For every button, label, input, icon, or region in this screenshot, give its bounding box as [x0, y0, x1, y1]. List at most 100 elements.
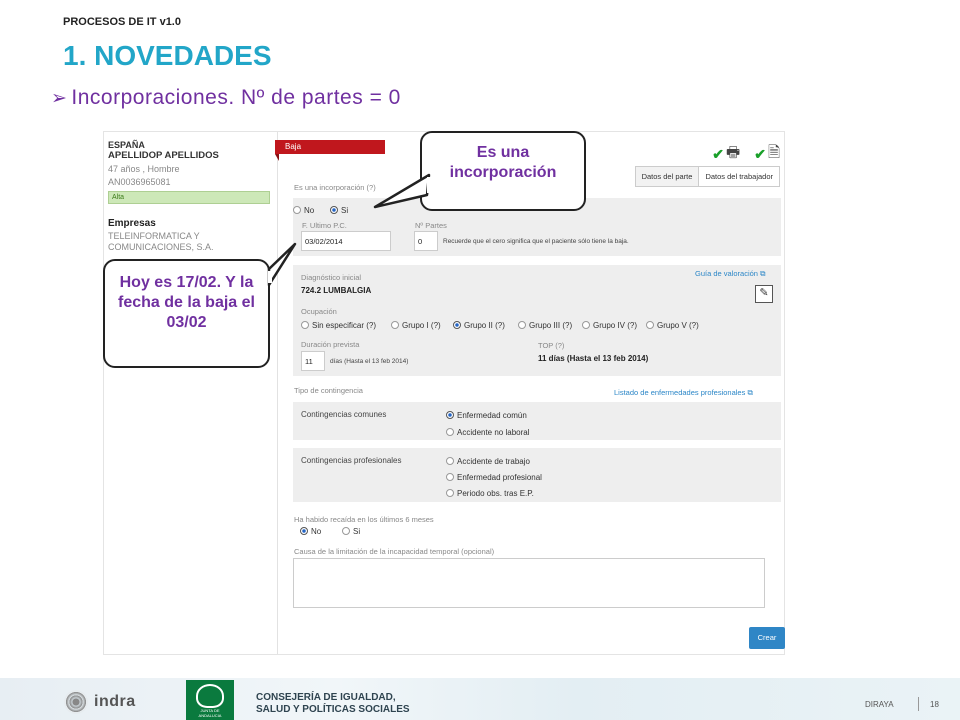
radio-icon: [342, 527, 350, 535]
toolbar-icons: ✔ 🖶 ✔ 🗎: [712, 142, 780, 167]
parts-note: Recuerde que el cero significa que el pa…: [443, 238, 629, 245]
incorporation-callout: Es una incorporación: [373, 131, 586, 211]
radio-icon: [293, 206, 301, 214]
arrow-bullet-icon: ➢: [51, 88, 68, 109]
professional-contingency-label: Contingencias profesionales: [301, 456, 402, 465]
junta-emblem-icon: [196, 684, 224, 708]
consejeria-label: CONSEJERÍA DE IGUALDAD, SALUD Y POLÍTICA…: [256, 692, 410, 716]
radio-icon: [646, 321, 654, 329]
consejeria-line2: SALUD Y POLÍTICAS SOCIALES: [256, 704, 410, 715]
duration-label: Duración prevista: [301, 340, 360, 349]
bullet-line: ➢ Incorporaciones. Nº de partes = 0: [51, 86, 401, 110]
callout-pointer: [373, 173, 431, 209]
common-option[interactable]: Enfermedad común: [446, 411, 527, 420]
external-link-icon: ⧉: [747, 388, 753, 397]
edit-diagnosis-button[interactable]: ✎: [755, 285, 773, 303]
radio-icon: [446, 473, 454, 481]
companies-label: Empresas: [108, 218, 156, 229]
radio-icon: [391, 321, 399, 329]
diseases-link[interactable]: Listado de enfermedades profesionales ⧉: [614, 388, 753, 398]
section-title: 1. NOVEDADES: [63, 40, 272, 71]
relapse-no[interactable]: No: [300, 527, 321, 536]
patient-name: APELLIDOP APELLIDOS: [108, 150, 219, 161]
incorporation-si[interactable]: Si: [330, 206, 348, 215]
top-value: 11 días (Hasta el 13 feb 2014): [538, 354, 649, 363]
external-link-icon: ⧉: [760, 269, 766, 278]
patient-age-sex: 47 años , Hombre: [108, 164, 180, 174]
tab-baja[interactable]: Baja: [275, 140, 385, 161]
footer-divider: [918, 697, 919, 711]
radio-icon: [301, 321, 309, 329]
occupation-option[interactable]: Grupo V (?): [646, 321, 699, 330]
common-contingency-label: Contingencias comunes: [301, 410, 387, 419]
patient-country: ESPAÑA: [108, 140, 145, 150]
junta-logo: JUNTA DE ANDALUCIA: [186, 680, 234, 720]
parts-label: Nº Partes: [415, 221, 447, 230]
top-label: TOP (?): [538, 341, 565, 350]
radio-icon: [582, 321, 590, 329]
cause-textarea[interactable]: [293, 558, 765, 608]
patient-sidebar: ESPAÑA APELLIDOP APELLIDOS 47 años , Hom…: [104, 132, 278, 654]
indra-wordmark: indra: [94, 693, 136, 710]
check-icon: ✔: [712, 146, 725, 162]
tab-datos-parte[interactable]: Datos del parte: [634, 166, 700, 187]
print-button[interactable]: ✔ 🖶: [712, 142, 740, 167]
radio-icon: [446, 428, 454, 436]
guide-link[interactable]: Guía de valoración ⧉: [695, 269, 765, 279]
occupation-option[interactable]: Grupo I (?): [391, 321, 441, 330]
footer-bar: indra: [0, 678, 960, 720]
radio-selected-icon: [330, 206, 338, 214]
view-tabs: Datos del parte Datos del trabajador: [634, 166, 780, 187]
common-option[interactable]: Accidente no laboral: [446, 428, 530, 437]
bullet-text: Incorporaciones. Nº de partes = 0: [71, 86, 401, 109]
indra-dots-icon: [64, 690, 88, 714]
duration-input[interactable]: 11: [301, 351, 325, 371]
diagnosis-value: 724.2 LUMBALGIA: [301, 286, 372, 295]
tab-datos-trabajador[interactable]: Datos del trabajador: [699, 166, 780, 187]
radio-selected-icon: [453, 321, 461, 329]
callout-pointer: [267, 242, 297, 287]
relapse-si[interactable]: Si: [342, 527, 360, 536]
common-contingency-panel: Contingencias comunes Enfermedad común A…: [293, 402, 781, 440]
last-pc-input[interactable]: 03/02/2014: [301, 231, 391, 251]
create-button[interactable]: Crear: [749, 627, 785, 649]
date-callout: Hoy es 17/02. Y la fecha de la baja el 0…: [103, 242, 297, 368]
occupation-label: Ocupación: [301, 307, 337, 316]
document-icon: 🗎: [767, 144, 780, 161]
contingency-label: Tipo de contingencia: [294, 386, 363, 395]
companies-value: TELEINFORMATICA Y COMUNICACIONES, S.A.: [108, 231, 214, 252]
patient-id: AN0036965081: [108, 177, 171, 187]
indra-logo: indra: [64, 690, 136, 714]
radio-selected-icon: [300, 527, 308, 535]
check-icon: ✔: [754, 146, 766, 162]
parts-input[interactable]: 0: [414, 231, 438, 251]
occupation-option[interactable]: Grupo II (?): [453, 321, 505, 330]
incorporation-label: Es una incorporación (?): [294, 183, 376, 192]
professional-option[interactable]: Periodo obs. tras E.P.: [446, 489, 534, 498]
occupation-option[interactable]: Grupo III (?): [518, 321, 572, 330]
relapse-label: Ha habido recaída en los últimos 6 meses: [294, 515, 434, 524]
duration-note: días (Hasta el 13 feb 2014): [330, 358, 409, 365]
page-number: 18: [930, 700, 939, 709]
radio-selected-icon: [446, 411, 454, 419]
consejeria-line1: CONSEJERÍA DE IGUALDAD,: [256, 692, 396, 703]
document-title: PROCESOS DE IT v1.0: [63, 16, 181, 28]
edit-icon: ✎: [759, 287, 769, 299]
radio-icon: [446, 489, 454, 497]
occupation-option[interactable]: Grupo IV (?): [582, 321, 637, 330]
radio-icon: [446, 457, 454, 465]
date-callout-text: Hoy es 17/02. Y la fecha de la baja el 0…: [118, 274, 255, 331]
status-badge: Alta: [108, 191, 270, 204]
professional-option[interactable]: Accidente de trabajo: [446, 457, 530, 466]
diagnosis-label: Diagnóstico inicial: [301, 273, 362, 282]
junta-wordmark: JUNTA DE ANDALUCIA: [198, 708, 222, 718]
last-pc-label: F. Ultimo P.C.: [302, 221, 347, 230]
radio-icon: [518, 321, 526, 329]
incorporation-no[interactable]: No: [293, 206, 314, 215]
occupation-option[interactable]: Sin especificar (?): [301, 321, 376, 330]
sign-button[interactable]: ✔ 🗎: [754, 142, 780, 167]
professional-contingency-panel: Contingencias profesionales Accidente de…: [293, 448, 781, 502]
cause-label: Causa de la limitación de la incapacidad…: [294, 547, 495, 556]
professional-option[interactable]: Enfermedad profesional: [446, 473, 542, 482]
diagnosis-panel: Diagnóstico inicial 724.2 LUMBALGIA Guía…: [293, 265, 781, 376]
